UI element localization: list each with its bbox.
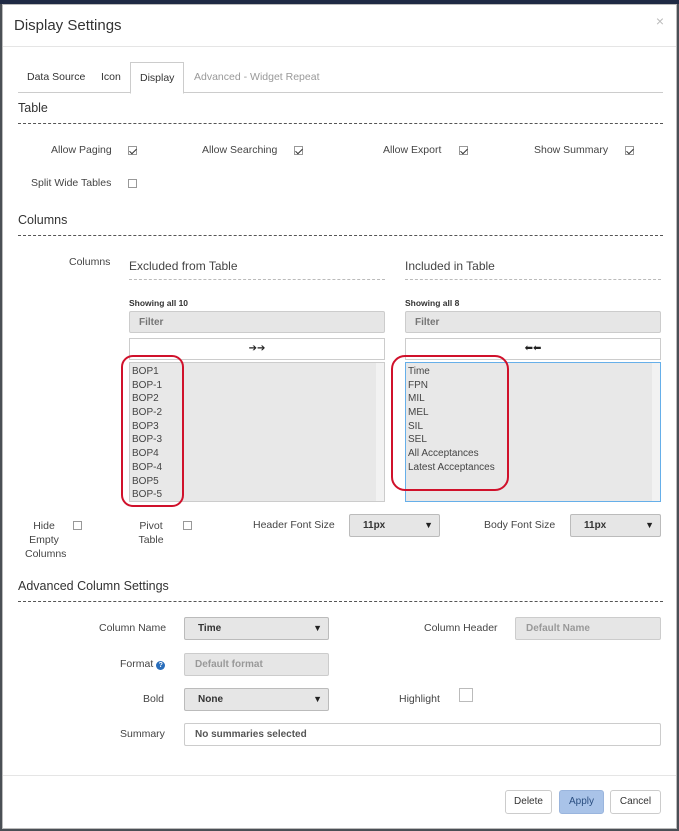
table-section-title: Table	[18, 101, 48, 115]
highlight-label: Highlight	[399, 693, 440, 705]
summary-label: Summary	[120, 728, 165, 740]
allow-searching-checkbox[interactable]	[294, 146, 303, 155]
included-heading: Included in Table	[405, 259, 661, 280]
header-font-size-value: 11px	[363, 520, 386, 531]
delete-button[interactable]: Delete	[505, 790, 552, 814]
list-item[interactable]: BOP1	[130, 365, 384, 379]
columns-section-divider	[18, 235, 663, 236]
hide-empty-columns-checkbox[interactable]	[73, 521, 82, 530]
included-columns-list[interactable]: Time FPN MIL MEL SIL SEL All Acceptances…	[405, 362, 661, 502]
column-header-label: Column Header	[424, 622, 498, 634]
list-item[interactable]: BOP-1	[130, 379, 384, 393]
list-item[interactable]: Time	[406, 365, 660, 379]
list-item[interactable]: MIL	[406, 392, 660, 406]
summary-input[interactable]: No summaries selected	[184, 723, 661, 746]
column-header-input[interactable]: Default Name	[515, 617, 661, 640]
hide-empty-columns-label: Hide Empty Columns	[25, 520, 67, 560]
list-item[interactable]: BOP-4	[130, 461, 384, 475]
body-font-size-label: Body Font Size	[484, 519, 556, 531]
list-item[interactable]: Latest Acceptances	[406, 461, 660, 475]
allow-export-label: Allow Export	[383, 144, 442, 156]
tab-advanced-widget-repeat[interactable]: Advanced - Widget Repeat	[185, 62, 329, 93]
list-item[interactable]: BOP5	[130, 475, 384, 489]
bold-value: None	[198, 694, 223, 705]
allow-paging-label: Allow Paging	[51, 144, 112, 156]
excluded-showing-count: Showing all 10	[129, 298, 189, 308]
show-summary-checkbox[interactable]	[625, 146, 634, 155]
chevron-down-icon: ▼	[313, 623, 322, 633]
body-font-size-select[interactable]: 11px ▼	[570, 514, 661, 537]
tab-bar: Data Source Icon Display Advanced - Widg…	[18, 62, 663, 94]
excluded-list-scrollbar[interactable]	[376, 363, 384, 501]
columns-section-title: Columns	[18, 213, 68, 227]
column-name-label: Column Name	[99, 622, 167, 634]
header-font-size-label: Header Font Size	[253, 519, 335, 531]
format-input[interactable]: Default format	[184, 653, 329, 676]
cancel-button[interactable]: Cancel	[610, 790, 661, 814]
show-summary-label: Show Summary	[534, 144, 609, 156]
list-item[interactable]: BOP-5	[130, 488, 384, 501]
pivot-table-label: Pivot Table	[138, 520, 164, 546]
excluded-columns-list[interactable]: BOP1 BOP-1 BOP2 BOP-2 BOP3 BOP-3 BOP4 BO…	[129, 362, 385, 502]
tab-display[interactable]: Display	[130, 62, 185, 94]
split-wide-tables-label: Split Wide Tables	[31, 177, 112, 189]
list-item[interactable]: BOP3	[130, 420, 384, 434]
included-list-scrollbar[interactable]	[652, 363, 660, 501]
excluded-heading: Excluded from Table	[129, 259, 385, 280]
highlight-checkbox[interactable]	[459, 688, 473, 702]
list-item[interactable]: SEL	[406, 433, 660, 447]
dialog-title: Display Settings	[14, 17, 122, 34]
chevron-down-icon: ▼	[424, 520, 433, 530]
move-to-included-button[interactable]: ➔➔	[129, 338, 385, 360]
list-item[interactable]: All Acceptances	[406, 447, 660, 461]
format-label: Format?	[120, 658, 166, 670]
body-font-size-value: 11px	[584, 520, 607, 531]
help-icon[interactable]: ?	[156, 661, 166, 670]
footer-divider	[3, 775, 676, 776]
list-item[interactable]: BOP-3	[130, 433, 384, 447]
list-item[interactable]: SIL	[406, 420, 660, 434]
list-item[interactable]: BOP4	[130, 447, 384, 461]
list-item[interactable]: BOP2	[130, 392, 384, 406]
move-to-excluded-button[interactable]: ⬅⬅	[405, 338, 661, 360]
bold-label: Bold	[143, 693, 165, 705]
tab-data-source[interactable]: Data Source	[18, 62, 94, 93]
close-icon[interactable]: ×	[656, 13, 664, 29]
advanced-section-title: Advanced Column Settings	[18, 579, 169, 593]
allow-export-checkbox[interactable]	[459, 146, 468, 155]
excluded-filter-input[interactable]	[129, 311, 385, 333]
tab-icon[interactable]: Icon	[92, 62, 130, 93]
header-font-size-select[interactable]: 11px ▼	[349, 514, 440, 537]
bold-select[interactable]: None ▼	[184, 688, 329, 711]
allow-paging-checkbox[interactable]	[128, 146, 137, 155]
columns-label: Columns	[69, 256, 111, 268]
list-item[interactable]: BOP-2	[130, 406, 384, 420]
included-showing-count: Showing all 8	[405, 298, 460, 308]
list-item[interactable]: FPN	[406, 379, 660, 393]
chevron-down-icon: ▼	[313, 694, 322, 704]
advanced-section-divider	[18, 601, 663, 602]
column-name-select[interactable]: Time ▼	[184, 617, 329, 640]
apply-button[interactable]: Apply	[559, 790, 604, 814]
format-label-text: Format	[120, 658, 154, 670]
allow-searching-label: Allow Searching	[202, 144, 278, 156]
pivot-table-checkbox[interactable]	[183, 521, 192, 530]
chevron-down-icon: ▼	[645, 520, 654, 530]
split-wide-tables-checkbox[interactable]	[128, 179, 137, 188]
list-item[interactable]: MEL	[406, 406, 660, 420]
display-settings-dialog: Display Settings × Data Source Icon Disp…	[2, 4, 677, 829]
table-section-divider	[18, 123, 663, 124]
dialog-header: Display Settings ×	[3, 5, 676, 47]
column-name-value: Time	[198, 623, 222, 634]
included-filter-input[interactable]	[405, 311, 661, 333]
